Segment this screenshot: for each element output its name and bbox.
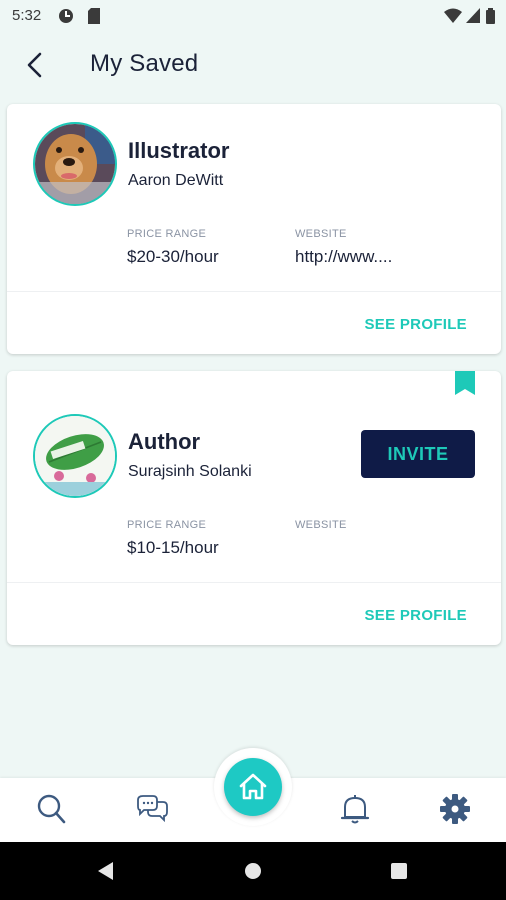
card-divider xyxy=(7,291,501,292)
chat-icon[interactable] xyxy=(135,792,169,826)
price-range-label: PRICE RANGE xyxy=(127,519,207,531)
card-name: Aaron DeWitt xyxy=(128,172,224,189)
back-arrow-icon[interactable] xyxy=(20,50,50,80)
app-header: My Saved xyxy=(0,32,506,98)
page-title: My Saved xyxy=(90,50,199,77)
status-bar: 5:32 xyxy=(0,0,506,32)
home-icon xyxy=(239,773,267,800)
website-label: WEBSITE xyxy=(295,228,347,240)
back-triangle-icon[interactable] xyxy=(96,861,116,881)
avatar[interactable] xyxy=(33,122,117,206)
sync-icon xyxy=(59,9,73,23)
bell-icon[interactable] xyxy=(338,792,372,826)
search-icon[interactable] xyxy=(34,792,68,826)
leaf-photo-icon xyxy=(35,416,115,496)
website-label: WEBSITE xyxy=(295,519,347,531)
avatar[interactable] xyxy=(33,414,117,498)
bookmark-icon[interactable] xyxy=(455,371,475,395)
saved-card: Author Surajsinh Solanki INVITE PRICE RA… xyxy=(7,371,501,645)
home-circle-icon[interactable] xyxy=(244,862,262,880)
card-role: Illustrator xyxy=(128,138,230,163)
status-time: 5:32 xyxy=(12,7,42,24)
recents-square-icon[interactable] xyxy=(390,862,408,880)
battery-icon xyxy=(486,8,495,24)
card-role: Author xyxy=(128,429,201,454)
website-link[interactable]: http://www.... xyxy=(295,247,392,267)
see-profile-button[interactable]: SEE PROFILE xyxy=(365,607,468,624)
price-range-value: $20-30/hour xyxy=(127,247,219,266)
saved-card: Illustrator Aaron DeWitt PRICE RANGE $20… xyxy=(7,104,501,354)
cell-signal-icon xyxy=(466,8,480,23)
dog-photo-icon xyxy=(35,124,115,204)
wifi-icon xyxy=(444,8,462,23)
card-name: Surajsinh Solanki xyxy=(128,463,252,480)
gear-icon[interactable] xyxy=(438,792,472,826)
see-profile-button[interactable]: SEE PROFILE xyxy=(365,316,468,333)
invite-button[interactable]: INVITE xyxy=(361,430,475,478)
home-button[interactable] xyxy=(224,758,282,816)
card-divider xyxy=(7,582,501,583)
sd-card-icon xyxy=(88,8,100,24)
price-range-label: PRICE RANGE xyxy=(127,228,207,240)
price-range-value: $10-15/hour xyxy=(127,538,219,557)
system-nav-bar xyxy=(0,842,506,900)
